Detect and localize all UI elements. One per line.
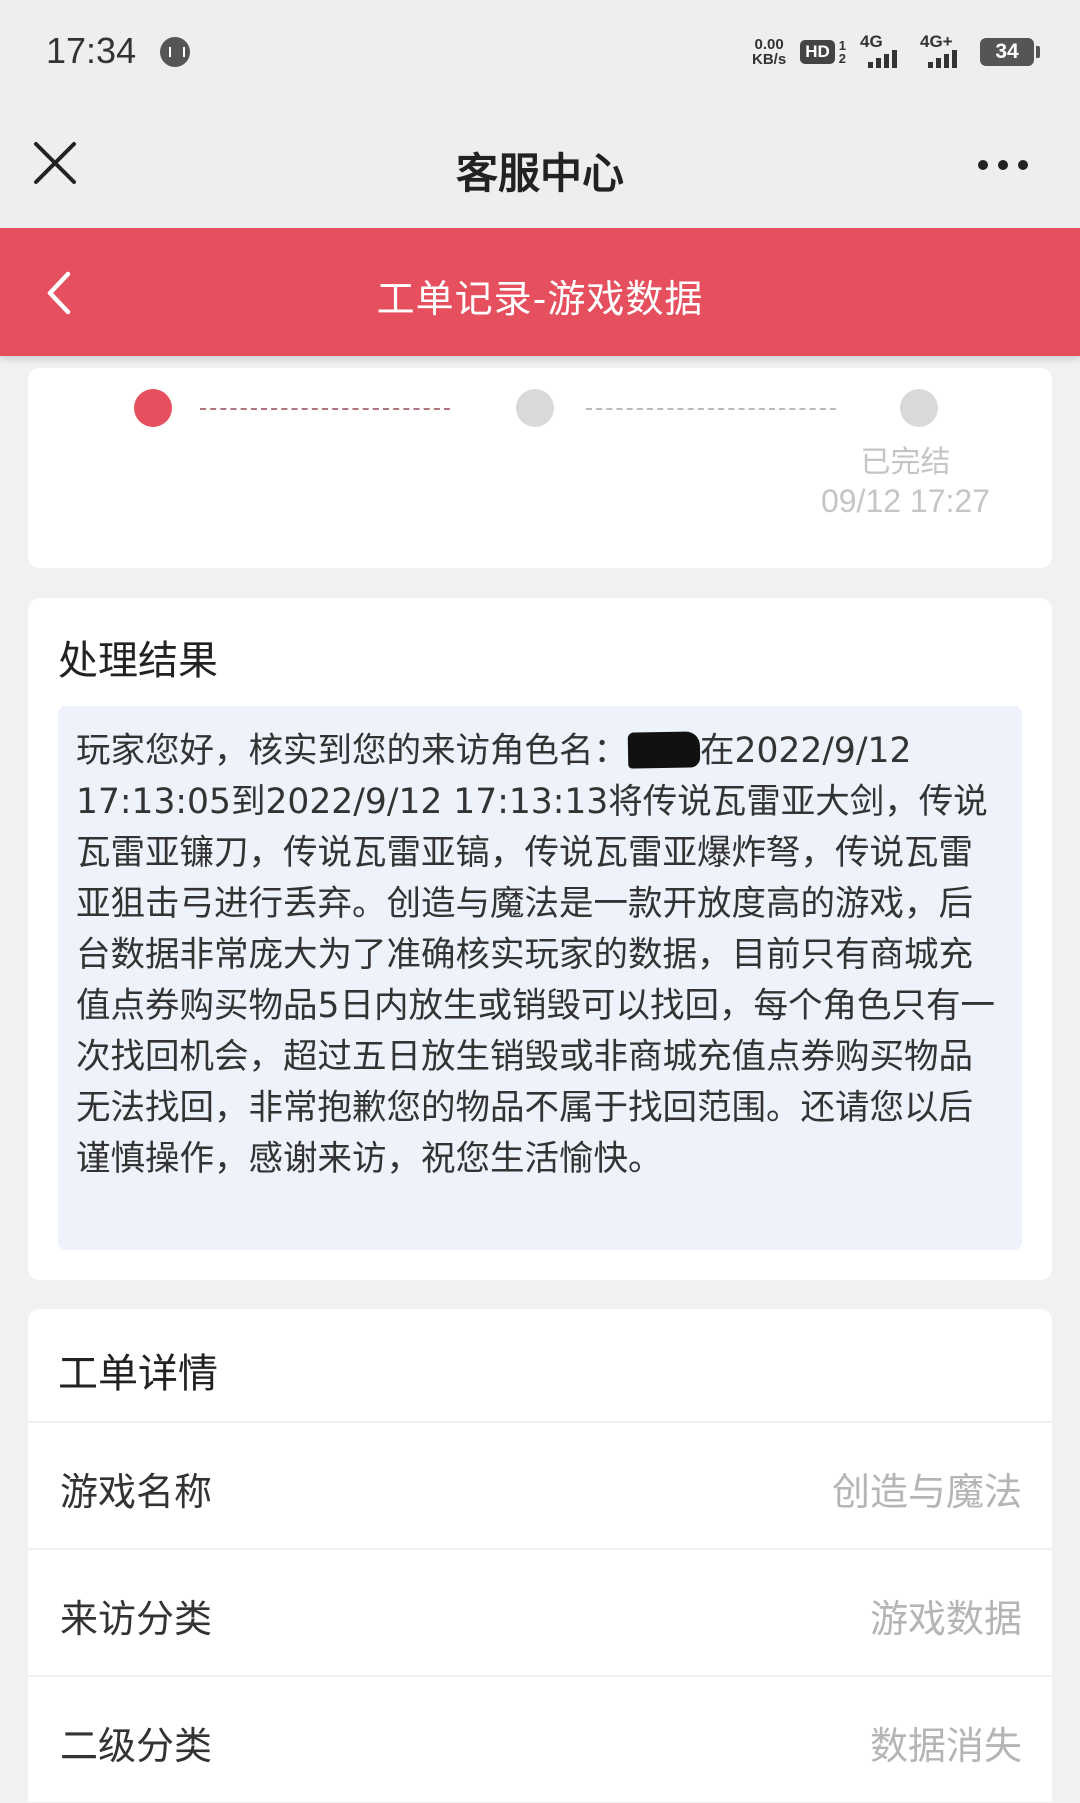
signal-type-label-2: 4G+	[920, 32, 953, 51]
network-speed-unit: KB/s	[752, 51, 787, 68]
battery-icon: 34	[980, 38, 1040, 66]
page-title: 客服中心	[455, 149, 624, 198]
network-speed-value: 0.00	[754, 36, 784, 53]
step-dot-1	[134, 389, 172, 427]
step-dot-3	[900, 389, 938, 427]
step-connector-2	[586, 408, 836, 410]
hd-voice-icon: HD	[800, 40, 835, 64]
detail-value: 创造与魔法	[831, 1470, 1022, 1514]
voice-assistant-icon	[160, 37, 190, 67]
more-options-icon[interactable]	[978, 160, 1028, 170]
detail-label: 二级分类	[60, 1724, 213, 1768]
result-title: 处理结果	[58, 638, 218, 684]
detail-label: 来访分类	[60, 1597, 213, 1641]
header-title: 工单记录-游戏数据	[376, 277, 704, 321]
section-header: 工单记录-游戏数据	[0, 228, 1080, 356]
step-3-label: 已完结 09/12 17:27	[821, 444, 990, 520]
detail-label: 游戏名称	[60, 1470, 213, 1514]
signal-bars-2	[928, 50, 957, 68]
detail-row-subcategory: 二级分类 数据消失	[28, 1677, 1052, 1803]
step-3-title: 已完结	[860, 445, 951, 480]
signal-strength-icon-2: 4G+	[920, 32, 966, 72]
progress-card: 已完结 09/12 17:27	[28, 368, 1052, 568]
detail-value: 游戏数据	[869, 1597, 1022, 1641]
signal-strength-icon: 4G	[860, 32, 906, 72]
details-card: 工单详情 游戏名称 创造与魔法 来访分类 游戏数据 二级分类 数据消失	[28, 1309, 1052, 1803]
sim-slot-bottom: 2	[838, 51, 846, 66]
redacted-role-name	[627, 731, 701, 769]
signal-bars	[868, 50, 897, 68]
result-card: 处理结果 玩家您好，核实到您的来访角色名： 在2022/9/12 17:13:05…	[28, 598, 1052, 1280]
signal-type-label: 4G	[860, 32, 883, 51]
step-dot-2	[516, 389, 554, 427]
detail-value: 数据消失	[869, 1724, 1022, 1768]
step-3-time: 09/12 17:27	[820, 483, 990, 519]
step-connector-1	[200, 408, 450, 410]
status-time: 17:34	[46, 30, 137, 71]
details-title: 工单详情	[58, 1351, 218, 1397]
details-header: 工单详情	[28, 1309, 1052, 1423]
result-text-after: 在2022/9/12 17:13:05到2022/9/12 17:13:13将传…	[76, 731, 995, 1179]
detail-row-category: 来访分类 游戏数据	[28, 1550, 1052, 1677]
sim-slot-indicator: 1 2	[839, 39, 846, 65]
network-speed: 0.00 KB/s	[752, 37, 786, 67]
result-text-before: 玩家您好，核实到您的来访角色名：	[76, 731, 628, 771]
result-text-box: 玩家您好，核实到您的来访角色名： 在2022/9/12 17:13:05到2022…	[58, 706, 1022, 1250]
detail-row-game-name: 游戏名称 创造与魔法	[28, 1423, 1052, 1550]
status-bar: 17:34 0.00 KB/s HD 1 2 4G 4G+ 34	[0, 0, 1080, 102]
status-indicators: 0.00 KB/s HD 1 2 4G 4G+ 34	[752, 32, 1040, 72]
title-bar: 客服中心	[0, 102, 1080, 228]
